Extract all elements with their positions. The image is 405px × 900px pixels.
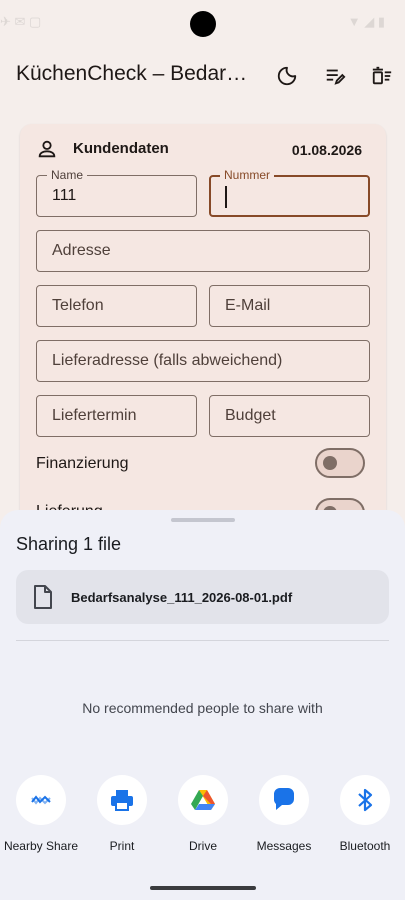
no-recommended-people: No recommended people to share with <box>82 700 323 716</box>
share-target-nearby-share[interactable]: Nearby Share <box>1 775 81 853</box>
nearby-share-icon <box>31 795 51 805</box>
print-icon <box>111 790 133 811</box>
share-sheet-title: Sharing 1 file <box>16 534 122 554</box>
gesture-nav-handle[interactable] <box>150 886 256 890</box>
share-target-messages[interactable]: Messages <box>244 775 324 853</box>
share-target-print[interactable]: Print <box>82 775 162 853</box>
file-name: Bedarfsanalyse_111_2026-08-01.pdf <box>71 590 293 605</box>
share-target-label: Messages <box>256 839 312 853</box>
drive-icon <box>191 790 215 810</box>
share-target-label: Bluetooth <box>339 839 391 853</box>
share-target-label: Drive <box>188 839 217 853</box>
share-target-label: Nearby Share <box>3 839 79 853</box>
file-preview: Bedarfsanalyse_111_2026-08-01.pdf <box>16 570 389 624</box>
share-target-drive[interactable]: Drive <box>163 775 243 853</box>
file-icon <box>34 585 52 609</box>
drag-handle[interactable] <box>171 518 235 522</box>
messages-icon <box>274 788 294 810</box>
share-target-bluetooth[interactable]: Bluetooth <box>325 775 405 853</box>
share-sheet: Sharing 1 file Bedarfsanalyse_111_2026-0… <box>0 510 405 900</box>
share-target-label: Print <box>109 839 135 853</box>
bluetooth-icon <box>358 788 373 812</box>
divider <box>16 640 389 641</box>
